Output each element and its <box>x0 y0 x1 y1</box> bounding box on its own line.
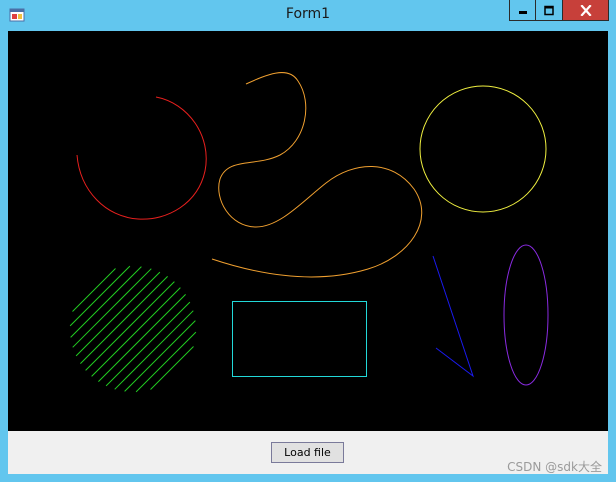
blue-lines <box>432 255 474 378</box>
hatch-line <box>70 266 142 338</box>
yellow-circle <box>419 85 547 213</box>
hatch-line <box>72 268 152 348</box>
title-bar[interactable]: Form1 <box>0 0 616 31</box>
hatch-line <box>69 265 131 327</box>
hatch-line <box>150 346 194 390</box>
hatch-line <box>75 271 161 357</box>
maximize-button[interactable] <box>536 0 563 21</box>
hatch-line <box>105 301 191 387</box>
hatch-line <box>85 281 175 371</box>
close-icon <box>579 4 592 16</box>
hatch-line <box>98 294 186 382</box>
watermark: CSDN @sdk大全 <box>507 460 602 474</box>
red-arc <box>76 96 207 220</box>
hatch-line <box>135 331 197 393</box>
minimize-icon <box>518 11 527 14</box>
purple-ellipse <box>503 244 549 386</box>
green-hatched-circle <box>69 265 197 393</box>
load-file-button[interactable]: Load file <box>271 442 344 463</box>
maximize-icon <box>544 5 554 15</box>
app-window: Form1 Load file CSDN @sdk大全 <box>0 0 616 482</box>
hatch-line <box>72 268 116 312</box>
hatch-line <box>91 287 181 377</box>
close-button[interactable] <box>563 0 609 21</box>
drawing-canvas[interactable] <box>8 31 608 431</box>
cyan-rectangle <box>232 301 367 377</box>
orange-curve <box>211 72 423 278</box>
drawing-svg <box>69 72 549 393</box>
hatch-line <box>80 276 168 364</box>
hatch-line <box>124 320 196 392</box>
hatch-line <box>114 310 194 390</box>
minimize-button[interactable] <box>509 0 536 21</box>
